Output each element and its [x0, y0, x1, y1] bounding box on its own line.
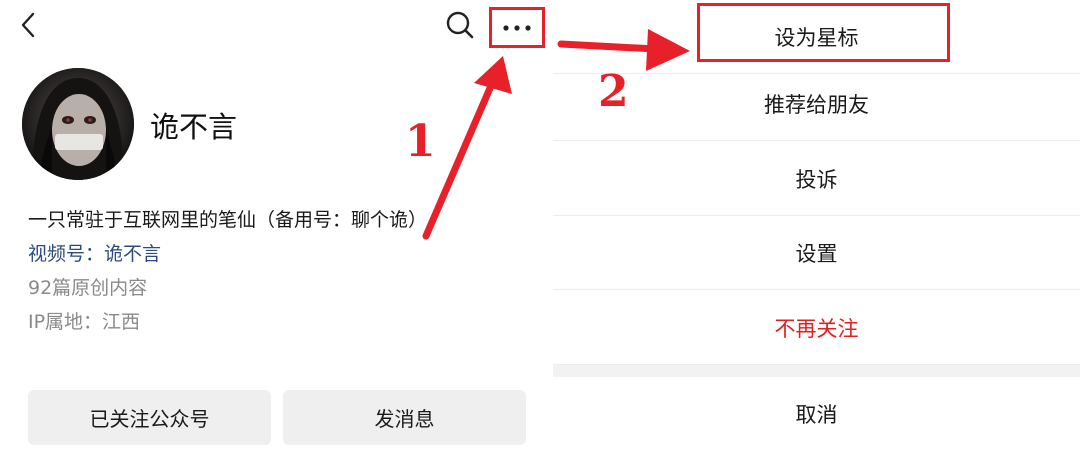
- step-number-2: 2: [598, 66, 629, 117]
- back-icon[interactable]: [14, 10, 44, 40]
- avatar-image: [22, 68, 134, 180]
- account-name: 诡不言: [150, 110, 238, 144]
- account-bio: 一只常驻于互联网里的笔仙（备用号：聊个诡）: [28, 209, 428, 231]
- original-content-count[interactable]: 92篇原创内容: [28, 273, 147, 300]
- profile-panel: 诡不言 一只常驻于互联网里的笔仙（备用号：聊个诡） 视频号：诡不言 92篇原创内…: [0, 0, 553, 450]
- menu-item-unfollow[interactable]: 不再关注: [553, 291, 1080, 365]
- menu-item-star[interactable]: 设为星标: [553, 0, 1080, 74]
- menu-item-recommend[interactable]: 推荐给朋友: [553, 67, 1080, 141]
- step-number-1: 1: [405, 116, 436, 167]
- action-menu-sheet: 设为星标 推荐给朋友 投诉 设置 不再关注 取消: [553, 0, 1080, 450]
- menu-separator: [553, 365, 1080, 377]
- cancel-button[interactable]: 取消: [553, 377, 1080, 451]
- send-message-button[interactable]: 发消息: [283, 390, 526, 445]
- more-icon: [503, 24, 531, 31]
- avatar[interactable]: [22, 68, 134, 180]
- more-options-button[interactable]: [489, 7, 545, 48]
- video-channel-name: 诡不言: [104, 243, 162, 265]
- video-channel-label: 视频号：: [28, 243, 105, 265]
- menu-item-settings[interactable]: 设置: [553, 216, 1080, 290]
- ip-location: IP属地：江西: [28, 311, 141, 333]
- menu-item-complain[interactable]: 投诉: [553, 142, 1080, 216]
- search-icon[interactable]: [444, 9, 476, 41]
- followed-account-button[interactable]: 已关注公众号: [28, 390, 271, 445]
- video-channel-link[interactable]: 视频号：诡不言: [28, 239, 161, 266]
